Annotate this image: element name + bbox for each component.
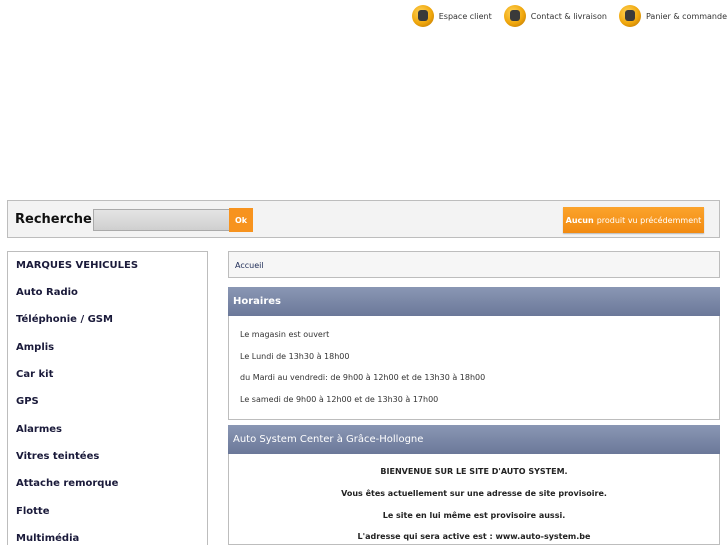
top-links: Espace client Contact & livraison Panier…: [411, 4, 727, 28]
cart-icon: [618, 5, 641, 27]
welcome-line: Le site en lui même est provisoire aussi…: [382, 511, 566, 520]
truck-icon: [503, 5, 526, 27]
user-icon: [411, 5, 434, 27]
hours-line: du Mardi au vendredi: de 9h00 à 12h00 et…: [240, 373, 486, 382]
contact-livraison-link[interactable]: Contact & livraison: [503, 5, 607, 27]
sidebar-item-alarmes[interactable]: Alarmes: [16, 424, 62, 435]
espace-client-label: Espace client: [438, 11, 492, 21]
viewed-products-label: produit vu précédemment: [596, 215, 702, 225]
viewed-products-button[interactable]: Aucun produit vu précédemment: [563, 207, 704, 233]
sidebar-item-marques-vehicules[interactable]: MARQUES VEHICULES: [16, 260, 138, 271]
welcome-line: L'adresse qui sera active est : www.auto…: [357, 532, 591, 541]
search-ok-button[interactable]: Ok: [229, 208, 253, 232]
panier-commande-label: Panier & commande: [645, 11, 727, 21]
viewed-products-count: Aucun: [565, 215, 594, 225]
panier-commande-link[interactable]: Panier & commande: [618, 5, 727, 27]
sidebar-item-flotte[interactable]: Flotte: [16, 506, 49, 517]
center-panel: BIENVENUE SUR LE SITE D'AUTO SYSTEM. Vou…: [228, 454, 720, 545]
sidebar-item-car-kit[interactable]: Car kit: [16, 369, 53, 380]
hours-line: Le magasin est ouvert: [240, 330, 330, 339]
center-panel-title: Auto System Center à Grâce-Hollogne: [228, 425, 720, 454]
search-title: Recherche: [15, 212, 92, 227]
search-bar: Recherche Ok Aucun produit vu précédemme…: [7, 200, 720, 238]
welcome-line: Vous êtes actuellement sur une adresse d…: [341, 489, 607, 498]
sidebar-menu: MARQUES VEHICULES Auto Radio Téléphonie …: [7, 251, 208, 545]
breadcrumb-home-link[interactable]: Accueil: [235, 261, 264, 270]
hours-panel: Le magasin est ouvert Le Lundi de 13h30 …: [228, 316, 720, 420]
sidebar-item-auto-radio[interactable]: Auto Radio: [16, 287, 78, 298]
sidebar-item-amplis[interactable]: Amplis: [16, 342, 54, 353]
sidebar-item-vitres-teintees[interactable]: Vitres teintées: [16, 451, 99, 462]
espace-client-link[interactable]: Espace client: [411, 5, 492, 27]
contact-livraison-label: Contact & livraison: [530, 11, 607, 21]
hours-line: Le Lundi de 13h30 à 18h00: [240, 352, 350, 361]
sidebar-item-gps[interactable]: GPS: [16, 396, 39, 407]
hours-panel-title: Horaires: [228, 287, 720, 316]
sidebar-item-attache-remorque[interactable]: Attache remorque: [16, 478, 118, 489]
hours-line: Le samedi de 9h00 à 12h00 et de 13h30 à …: [240, 395, 439, 404]
breadcrumb: Accueil: [228, 251, 720, 278]
search-input[interactable]: [93, 209, 231, 231]
sidebar-item-telephonie-gsm[interactable]: Téléphonie / GSM: [16, 314, 113, 325]
sidebar-item-multimedia[interactable]: Multimédia: [16, 533, 79, 544]
welcome-line: BIENVENUE SUR LE SITE D'AUTO SYSTEM.: [380, 467, 568, 476]
